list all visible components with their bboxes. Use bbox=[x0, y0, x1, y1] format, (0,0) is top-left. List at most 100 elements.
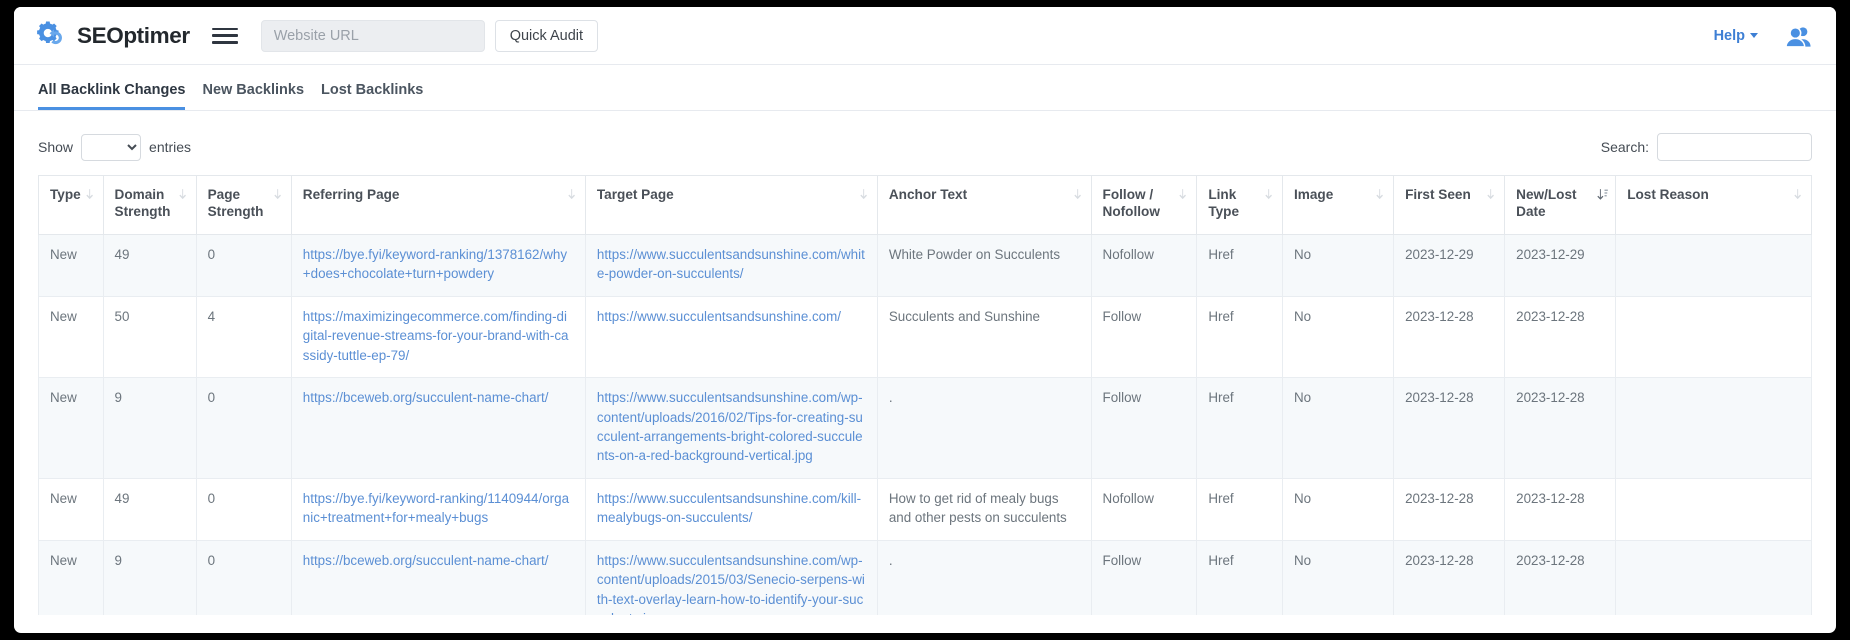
cell-referring-page[interactable]: https://bye.fyi/keyword-ranking/1140944/… bbox=[291, 478, 585, 540]
application-window: SEOptimer Quick Audit Help All Backlink … bbox=[14, 7, 1836, 633]
cell-anchor-text: . bbox=[877, 540, 1091, 615]
table-header: Type Domain Strength Page Strength Referrin… bbox=[39, 176, 1812, 235]
cell-target-page[interactable]: https://www.succulentsandsunshine.com/ bbox=[585, 296, 877, 377]
column-header-referring-page[interactable]: Referring Page bbox=[291, 176, 585, 235]
cell-type: New bbox=[39, 378, 104, 479]
cell-follow: Follow bbox=[1091, 540, 1197, 615]
cell-follow: Follow bbox=[1091, 378, 1197, 479]
cell-image: No bbox=[1283, 296, 1394, 377]
cell-target-page[interactable]: https://www.succulentsandsunshine.com/ki… bbox=[585, 478, 877, 540]
cell-new-lost-date: 2023-12-28 bbox=[1505, 378, 1616, 479]
cell-domain-strength: 50 bbox=[103, 296, 196, 377]
quick-audit-button[interactable]: Quick Audit bbox=[495, 20, 598, 52]
cell-link-type: Href bbox=[1197, 540, 1283, 615]
help-menu[interactable]: Help bbox=[1714, 28, 1758, 44]
cell-target-page[interactable]: https://www.succulentsandsunshine.com/wh… bbox=[585, 234, 877, 296]
table-row: New490https://bye.fyi/keyword-ranking/11… bbox=[39, 478, 1812, 540]
backlink-tabs: All Backlink Changes New Backlinks Lost … bbox=[14, 65, 1836, 111]
target-page-link[interactable]: https://www.succulentsandsunshine.com/wp… bbox=[597, 390, 863, 463]
column-header-label: Anchor Text bbox=[889, 187, 1082, 204]
column-header-label: Referring Page bbox=[303, 187, 576, 204]
cell-anchor-text: How to get rid of mealy bugs and other p… bbox=[877, 478, 1091, 540]
sort-icon bbox=[273, 188, 284, 201]
cell-referring-page[interactable]: https://bceweb.org/succulent-name-chart/ bbox=[291, 540, 585, 615]
backlinks-table-container[interactable]: Type Domain Strength Page Strength Referrin… bbox=[14, 175, 1836, 615]
referring-page-link[interactable]: https://bceweb.org/succulent-name-chart/ bbox=[303, 553, 549, 568]
sort-icon bbox=[1264, 188, 1275, 201]
target-page-link[interactable]: https://www.succulentsandsunshine.com/ bbox=[597, 309, 841, 324]
cell-link-type: Href bbox=[1197, 296, 1283, 377]
sort-icon bbox=[1793, 188, 1804, 201]
referring-page-link[interactable]: https://bye.fyi/keyword-ranking/1140944/… bbox=[303, 491, 569, 525]
column-header-lost-reason[interactable]: Lost Reason bbox=[1616, 176, 1812, 235]
column-header-follow-nofollow[interactable]: Follow / Nofollow bbox=[1091, 176, 1197, 235]
column-header-label: Page Strength bbox=[208, 187, 282, 221]
column-header-target-page[interactable]: Target Page bbox=[585, 176, 877, 235]
brand-logo[interactable]: SEOptimer bbox=[34, 19, 190, 53]
cell-referring-page[interactable]: https://bceweb.org/succulent-name-chart/ bbox=[291, 378, 585, 479]
sort-icon bbox=[1375, 188, 1386, 201]
column-header-anchor-text[interactable]: Anchor Text bbox=[877, 176, 1091, 235]
cell-domain-strength: 9 bbox=[103, 378, 196, 479]
cell-type: New bbox=[39, 234, 104, 296]
cell-referring-page[interactable]: https://maximizingecommerce.com/finding-… bbox=[291, 296, 585, 377]
sort-icon bbox=[859, 188, 870, 201]
tab-lost-backlinks[interactable]: Lost Backlinks bbox=[321, 83, 423, 111]
sort-icon bbox=[178, 188, 189, 201]
table-controls: Show entries Search: bbox=[14, 111, 1836, 175]
users-icon[interactable] bbox=[1786, 25, 1814, 47]
column-header-link-type[interactable]: Link Type bbox=[1197, 176, 1283, 235]
cell-page-strength: 0 bbox=[196, 378, 291, 479]
referring-page-link[interactable]: https://bye.fyi/keyword-ranking/1378162/… bbox=[303, 247, 567, 281]
column-header-new-lost-date[interactable]: New/Lost Date bbox=[1505, 176, 1616, 235]
column-header-image[interactable]: Image bbox=[1283, 176, 1394, 235]
entries-per-page-select[interactable] bbox=[81, 134, 141, 161]
column-header-domain-strength[interactable]: Domain Strength bbox=[103, 176, 196, 235]
sort-icon bbox=[1073, 188, 1084, 201]
tab-all-backlink-changes[interactable]: All Backlink Changes bbox=[38, 83, 185, 111]
top-navigation-bar: SEOptimer Quick Audit Help bbox=[14, 7, 1836, 65]
table-row: New504https://maximizingecommerce.com/fi… bbox=[39, 296, 1812, 377]
show-entries-control: Show entries bbox=[38, 134, 191, 161]
cell-new-lost-date: 2023-12-29 bbox=[1505, 234, 1616, 296]
search-input[interactable] bbox=[1657, 133, 1812, 161]
cell-target-page[interactable]: https://www.succulentsandsunshine.com/wp… bbox=[585, 378, 877, 479]
column-header-label: Image bbox=[1294, 187, 1384, 204]
column-header-type[interactable]: Type bbox=[39, 176, 104, 235]
cell-lost-reason bbox=[1616, 234, 1812, 296]
table-row: New90https://bceweb.org/succulent-name-c… bbox=[39, 540, 1812, 615]
target-page-link[interactable]: https://www.succulentsandsunshine.com/wp… bbox=[597, 553, 865, 615]
website-url-input[interactable] bbox=[261, 20, 485, 52]
cell-domain-strength: 49 bbox=[103, 234, 196, 296]
cell-image: No bbox=[1283, 378, 1394, 479]
column-header-label: Domain Strength bbox=[115, 187, 187, 221]
cell-anchor-text: Succulents and Sunshine bbox=[877, 296, 1091, 377]
cell-target-page[interactable]: https://www.succulentsandsunshine.com/wp… bbox=[585, 540, 877, 615]
cell-new-lost-date: 2023-12-28 bbox=[1505, 540, 1616, 615]
hamburger-menu-icon[interactable] bbox=[212, 26, 238, 46]
show-label: Show bbox=[38, 139, 73, 155]
brand-name: SEOptimer bbox=[77, 23, 190, 49]
cell-follow: Nofollow bbox=[1091, 478, 1197, 540]
cell-link-type: Href bbox=[1197, 378, 1283, 479]
main-content: All Backlink Changes New Backlinks Lost … bbox=[14, 65, 1836, 615]
target-page-link[interactable]: https://www.succulentsandsunshine.com/wh… bbox=[597, 247, 865, 281]
cell-link-type: Href bbox=[1197, 478, 1283, 540]
column-header-label: New/Lost Date bbox=[1516, 187, 1606, 221]
referring-page-link[interactable]: https://maximizingecommerce.com/finding-… bbox=[303, 309, 569, 363]
sort-icon bbox=[1486, 188, 1497, 201]
cell-first-seen: 2023-12-28 bbox=[1394, 296, 1505, 377]
table-row: New490https://bye.fyi/keyword-ranking/13… bbox=[39, 234, 1812, 296]
cell-follow: Follow bbox=[1091, 296, 1197, 377]
target-page-link[interactable]: https://www.succulentsandsunshine.com/ki… bbox=[597, 491, 861, 525]
referring-page-link[interactable]: https://bceweb.org/succulent-name-chart/ bbox=[303, 390, 549, 405]
column-header-label: Lost Reason bbox=[1627, 187, 1802, 204]
column-header-page-strength[interactable]: Page Strength bbox=[196, 176, 291, 235]
cell-type: New bbox=[39, 540, 104, 615]
tab-new-backlinks[interactable]: New Backlinks bbox=[202, 83, 304, 111]
cell-referring-page[interactable]: https://bye.fyi/keyword-ranking/1378162/… bbox=[291, 234, 585, 296]
cell-image: No bbox=[1283, 234, 1394, 296]
cell-new-lost-date: 2023-12-28 bbox=[1505, 296, 1616, 377]
column-header-first-seen[interactable]: First Seen bbox=[1394, 176, 1505, 235]
cell-first-seen: 2023-12-28 bbox=[1394, 478, 1505, 540]
